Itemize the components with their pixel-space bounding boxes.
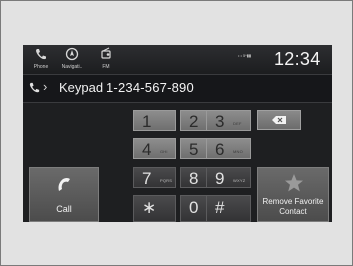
dialed-number-field[interactable]: 1-234-567-890 — [106, 80, 194, 95]
remove-favorite-button[interactable]: Remove Favorite Contact — [257, 167, 329, 222]
call-icon — [54, 174, 76, 201]
call-button-label: Call — [56, 204, 72, 214]
star-icon — [284, 173, 304, 198]
app-phone[interactable]: Phone — [26, 47, 56, 73]
key-letters: MNO — [233, 149, 243, 154]
key-digit: 5 — [189, 140, 199, 159]
chevron-right-icon: › — [43, 79, 48, 94]
head-unit-screen: Phone Navigati.. FM • • 5ⁿ▮▮ 12:34 › Key… — [23, 45, 332, 222]
key-digit: 8 — [189, 169, 199, 188]
page-title: Keypad — [59, 80, 104, 95]
app-fm[interactable]: FM — [91, 47, 121, 73]
key-digit: 2 — [189, 112, 199, 131]
key-digit: 9 — [215, 169, 225, 188]
call-button[interactable]: Call — [29, 167, 99, 222]
key-digit: ∗ — [142, 198, 157, 217]
keypad-key-3[interactable]: 3 DEF — [206, 110, 251, 131]
key-digit: 6 — [215, 140, 225, 159]
remove-favorite-label: Remove Favorite Contact — [258, 197, 328, 217]
remove-favorite-label-line1: Remove Favorite — [262, 197, 324, 206]
keypad-key-7[interactable]: 7 PQRS — [133, 167, 176, 188]
keypad-key-star[interactable]: ∗ — [133, 195, 176, 222]
key-digit: 3 — [215, 112, 225, 131]
key-digit: 0 — [189, 198, 199, 217]
key-letters: PQRS — [160, 178, 173, 183]
key-letters: DEF — [233, 121, 242, 126]
phone-icon — [28, 81, 41, 99]
navigation-icon — [57, 47, 87, 61]
keypad-key-hash[interactable]: # — [206, 195, 251, 222]
key-digit: 4 — [142, 140, 152, 159]
phone-icon — [26, 47, 56, 61]
keypad-key-4[interactable]: 4 GHI — [133, 138, 176, 159]
key-digit: 7 — [142, 169, 152, 188]
app-phone-label: Phone — [33, 64, 49, 70]
key-digit: 1 — [142, 112, 152, 131]
keypad-key-1[interactable]: 1 — [133, 110, 176, 131]
clock: 12:34 — [274, 49, 321, 69]
key-letters: WXYZ — [233, 178, 246, 183]
keypad-header: › Keypad 1-234-567-890 — [23, 74, 332, 103]
app-navigation[interactable]: Navigati.. — [57, 47, 87, 73]
backspace-icon — [272, 116, 286, 124]
page-frame: Phone Navigati.. FM • • 5ⁿ▮▮ 12:34 › Key… — [0, 0, 353, 266]
keypad-key-9[interactable]: 9 WXYZ — [206, 167, 251, 188]
remove-favorite-label-line2: Contact — [279, 207, 307, 216]
status-indicators: • • 5ⁿ▮▮ — [238, 53, 252, 58]
keypad-key-6[interactable]: 6 MNO — [206, 138, 251, 159]
radio-icon — [91, 47, 121, 61]
status-bar: Phone Navigati.. FM • • 5ⁿ▮▮ 12:34 — [23, 45, 332, 74]
key-digit: # — [215, 198, 225, 217]
app-fm-label: FM — [102, 64, 110, 70]
backspace-button[interactable] — [257, 110, 301, 130]
app-navigation-label: Navigati.. — [61, 64, 83, 70]
key-letters: GHI — [160, 149, 168, 154]
